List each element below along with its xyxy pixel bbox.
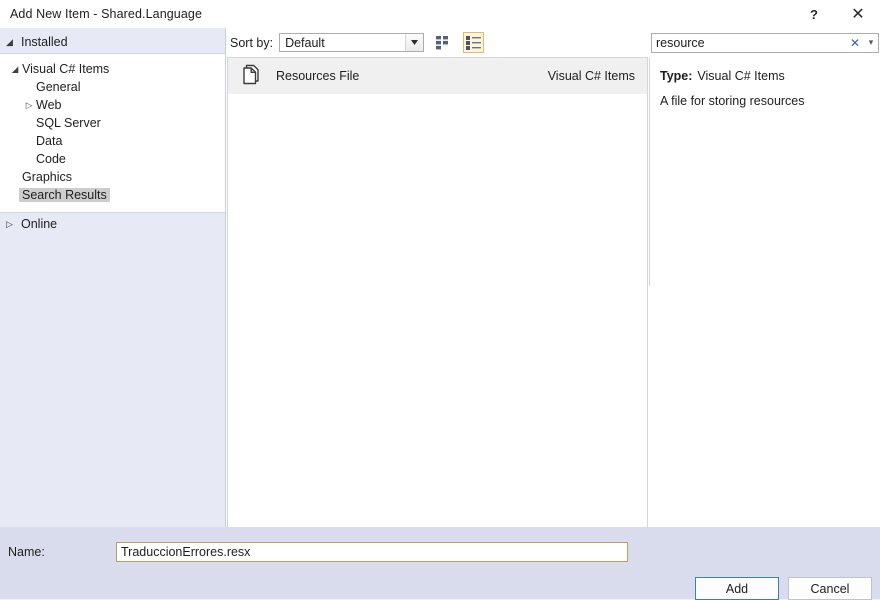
tree-item-label: Visual C# Items bbox=[22, 62, 110, 76]
detail-description: A file for storing resources bbox=[660, 94, 805, 108]
close-button[interactable]: ✕ bbox=[836, 0, 880, 28]
search-input[interactable] bbox=[652, 33, 846, 52]
add-button[interactable]: Add bbox=[695, 577, 779, 600]
medium-icons-view-button[interactable] bbox=[433, 32, 454, 53]
detail-type-row: Type: Visual C# Items bbox=[660, 69, 868, 83]
chevron-down-icon[interactable]: ◢ bbox=[8, 65, 22, 74]
chevron-right-icon[interactable]: ▷ bbox=[22, 101, 36, 110]
categories-panel: ◢ Installed ◢ Visual C# Items General ▷ … bbox=[0, 28, 226, 527]
list-view-button[interactable] bbox=[463, 32, 485, 53]
chevron-down-icon[interactable]: ▾ bbox=[864, 37, 878, 48]
clear-search-icon[interactable]: ✕ bbox=[846, 36, 864, 50]
dialog-footer: Add Cancel bbox=[0, 577, 880, 600]
sort-by-value: Default bbox=[285, 35, 325, 50]
list-item[interactable]: Resources File Visual C# Items bbox=[228, 58, 647, 94]
detail-type-value: Visual C# Items bbox=[697, 69, 785, 83]
group-header-installed-label: Installed bbox=[21, 35, 68, 49]
tree-item-visual-csharp-items[interactable]: ◢ Visual C# Items bbox=[0, 60, 225, 78]
tree-item-label: General bbox=[36, 80, 81, 94]
list-icon bbox=[466, 35, 482, 50]
title-bar-buttons: ? ✕ bbox=[792, 0, 880, 28]
tree-item-general[interactable]: General bbox=[0, 78, 225, 96]
tree-item-label: Graphics bbox=[22, 170, 73, 184]
cancel-button[interactable]: Cancel bbox=[788, 577, 872, 600]
detail-type-label: Type: bbox=[660, 69, 693, 83]
results-column: Sort by: Default Resources File Visual C… bbox=[226, 28, 649, 527]
sort-by-label: Sort by: bbox=[230, 35, 274, 50]
sort-by-dropdown[interactable]: Default bbox=[279, 33, 425, 52]
dialog-body: ◢ Installed ◢ Visual C# Items General ▷ … bbox=[0, 28, 880, 527]
help-button[interactable]: ? bbox=[792, 0, 836, 28]
tree-item-label: Data bbox=[36, 134, 63, 148]
tree-item-label: Search Results bbox=[19, 188, 110, 202]
tree-item-label: Code bbox=[36, 152, 66, 166]
chevron-right-icon: ▷ bbox=[6, 218, 13, 229]
tree-item-code[interactable]: Code bbox=[0, 150, 225, 168]
search-box[interactable]: ✕ ▾ bbox=[651, 32, 879, 53]
title-bar: Add New Item - Shared.Language ? ✕ bbox=[0, 0, 880, 28]
grid-icon bbox=[436, 35, 451, 50]
chevron-down-icon[interactable] bbox=[405, 34, 424, 51]
group-header-online[interactable]: ▷ Online bbox=[0, 213, 225, 235]
tree-item-search-results[interactable]: Search Results bbox=[0, 186, 225, 204]
tree-item-data[interactable]: Data bbox=[0, 132, 225, 150]
group-header-online-label: Online bbox=[21, 217, 58, 231]
categories-panel-filler bbox=[0, 235, 225, 527]
results-list[interactable]: Resources File Visual C# Items bbox=[227, 57, 648, 527]
tree-item-web[interactable]: ▷ Web bbox=[0, 96, 225, 114]
chevron-down-icon: ◢ bbox=[6, 36, 13, 47]
list-item-origin: Visual C# Items bbox=[547, 69, 635, 83]
resources-file-icon bbox=[234, 63, 268, 89]
add-new-item-dialog: Add New Item - Shared.Language ? ✕ ◢ Ins… bbox=[0, 0, 880, 600]
name-label: Name: bbox=[8, 545, 45, 559]
tree-item-label: SQL Server bbox=[36, 116, 101, 130]
tree-item-graphics[interactable]: Graphics bbox=[0, 168, 225, 186]
group-header-installed[interactable]: ◢ Installed bbox=[0, 31, 225, 53]
results-toolbar: Sort by: Default bbox=[226, 28, 649, 57]
right-column: ✕ ▾ Type: Visual C# Items A file for stor… bbox=[649, 28, 880, 527]
dialog-title: Add New Item - Shared.Language bbox=[10, 7, 203, 21]
tree-item-label: Web bbox=[36, 98, 62, 112]
installed-tree: ◢ Visual C# Items General ▷ Web SQL Serv… bbox=[0, 53, 225, 213]
item-details-panel: Type: Visual C# Items A file for storing … bbox=[649, 57, 878, 286]
list-item-title: Resources File bbox=[276, 69, 360, 83]
name-bar: Name: bbox=[0, 527, 880, 577]
name-input[interactable] bbox=[116, 542, 628, 562]
search-toolbar: ✕ ▾ bbox=[649, 28, 880, 57]
tree-item-sql-server[interactable]: SQL Server bbox=[0, 114, 225, 132]
